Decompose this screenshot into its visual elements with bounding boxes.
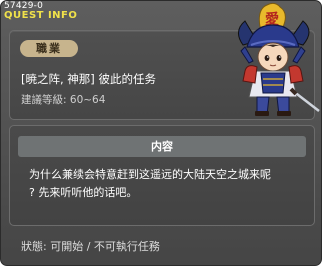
quest-description: 为什么兼续会特意赶到这遥远的大陆天空之城来呢 ? 先来听听他的话吧。	[29, 166, 312, 202]
window-title: QUEST INFO	[4, 10, 78, 21]
npc-illustration: 愛	[238, 2, 320, 116]
job-badge: 職業	[20, 40, 78, 57]
samurai-npc-portrait: 愛	[223, 1, 321, 119]
level-label: 建議等級:	[21, 94, 67, 106]
quest-description-line: ? 先来听听他的话吧。	[29, 186, 138, 199]
quest-name: [暁之阵, 神那] 彼此的任务	[21, 72, 156, 86]
content-header: 内容	[18, 136, 306, 157]
quest-info-window: 57429-0 QUEST INFO 職業 [暁之阵, 神那] 彼此的任务 建議…	[0, 0, 322, 266]
quest-description-line: 为什么兼续会特意赶到这遥远的大陆天空之城来呢	[29, 168, 271, 181]
level-range: 60~64	[69, 94, 106, 106]
recommended-level: 建議等級: 60~64	[21, 92, 105, 107]
quest-status: 狀態: 可開始 / 不可執行任務	[21, 240, 160, 253]
